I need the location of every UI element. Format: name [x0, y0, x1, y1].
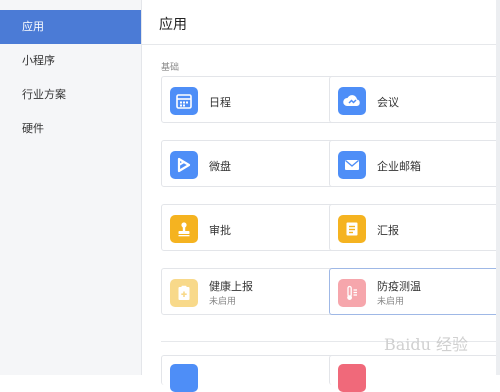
section-label: 基础 — [161, 63, 180, 73]
app-card-name: 日程 — [209, 96, 231, 109]
mail-icon — [338, 151, 366, 179]
app-card-health-report[interactable]: 健康上报 未启用 — [161, 268, 343, 315]
watermark: Baidu 经验 — [383, 335, 468, 354]
health-icon — [170, 279, 198, 307]
app-card-next[interactable] — [329, 355, 500, 392]
app-card-name: 汇报 — [377, 224, 399, 237]
app-card-name: 防疫测温 — [377, 280, 421, 293]
sidebar-item-mini-programs[interactable]: 小程序 — [0, 44, 141, 78]
app-card-drive[interactable]: 微盘 — [161, 140, 343, 187]
app-card-next[interactable] — [161, 355, 343, 392]
app-icon — [170, 364, 198, 392]
app-card-report[interactable]: 汇报 — [329, 204, 500, 251]
app-card-name: 微盘 — [209, 160, 231, 173]
app-card-status: 未启用 — [209, 297, 237, 307]
sidebar-item-apps[interactable]: 应用 — [0, 10, 141, 44]
drive-icon — [170, 151, 198, 179]
cloud-meeting-icon — [338, 87, 366, 115]
sidebar: 应用 小程序 行业方案 硬件 — [0, 0, 142, 375]
calendar-icon — [170, 87, 198, 115]
app-card-name: 健康上报 — [209, 280, 253, 293]
report-icon — [338, 215, 366, 243]
sidebar-item-hardware[interactable]: 硬件 — [0, 112, 141, 146]
page-title: 应用 — [159, 17, 187, 33]
thermometer-icon — [338, 279, 366, 307]
app-card-name: 审批 — [209, 224, 231, 237]
app-card-status: 未启用 — [377, 297, 405, 307]
app-card-enterprise-mail[interactable]: 企业邮箱 — [329, 140, 500, 187]
app-card-approval[interactable]: 审批 — [161, 204, 343, 251]
app-card-name: 企业邮箱 — [377, 160, 421, 173]
app-card-schedule[interactable]: 日程 — [161, 76, 343, 123]
stamp-icon — [170, 215, 198, 243]
app-card-meeting[interactable]: 会议 — [329, 76, 500, 123]
scrollbar[interactable] — [496, 0, 500, 375]
sidebar-item-industry-solutions[interactable]: 行业方案 — [0, 78, 141, 112]
header-divider — [142, 44, 500, 45]
main-panel: 应用 基础 日程 会议 微盘 企业邮箱 审批 汇报 健康上报 未启用 防疫测温 … — [142, 0, 500, 392]
app-card-name: 会议 — [377, 96, 399, 109]
app-icon — [338, 364, 366, 392]
app-card-temperature-check[interactable]: 防疫测温 未启用 — [329, 268, 500, 315]
